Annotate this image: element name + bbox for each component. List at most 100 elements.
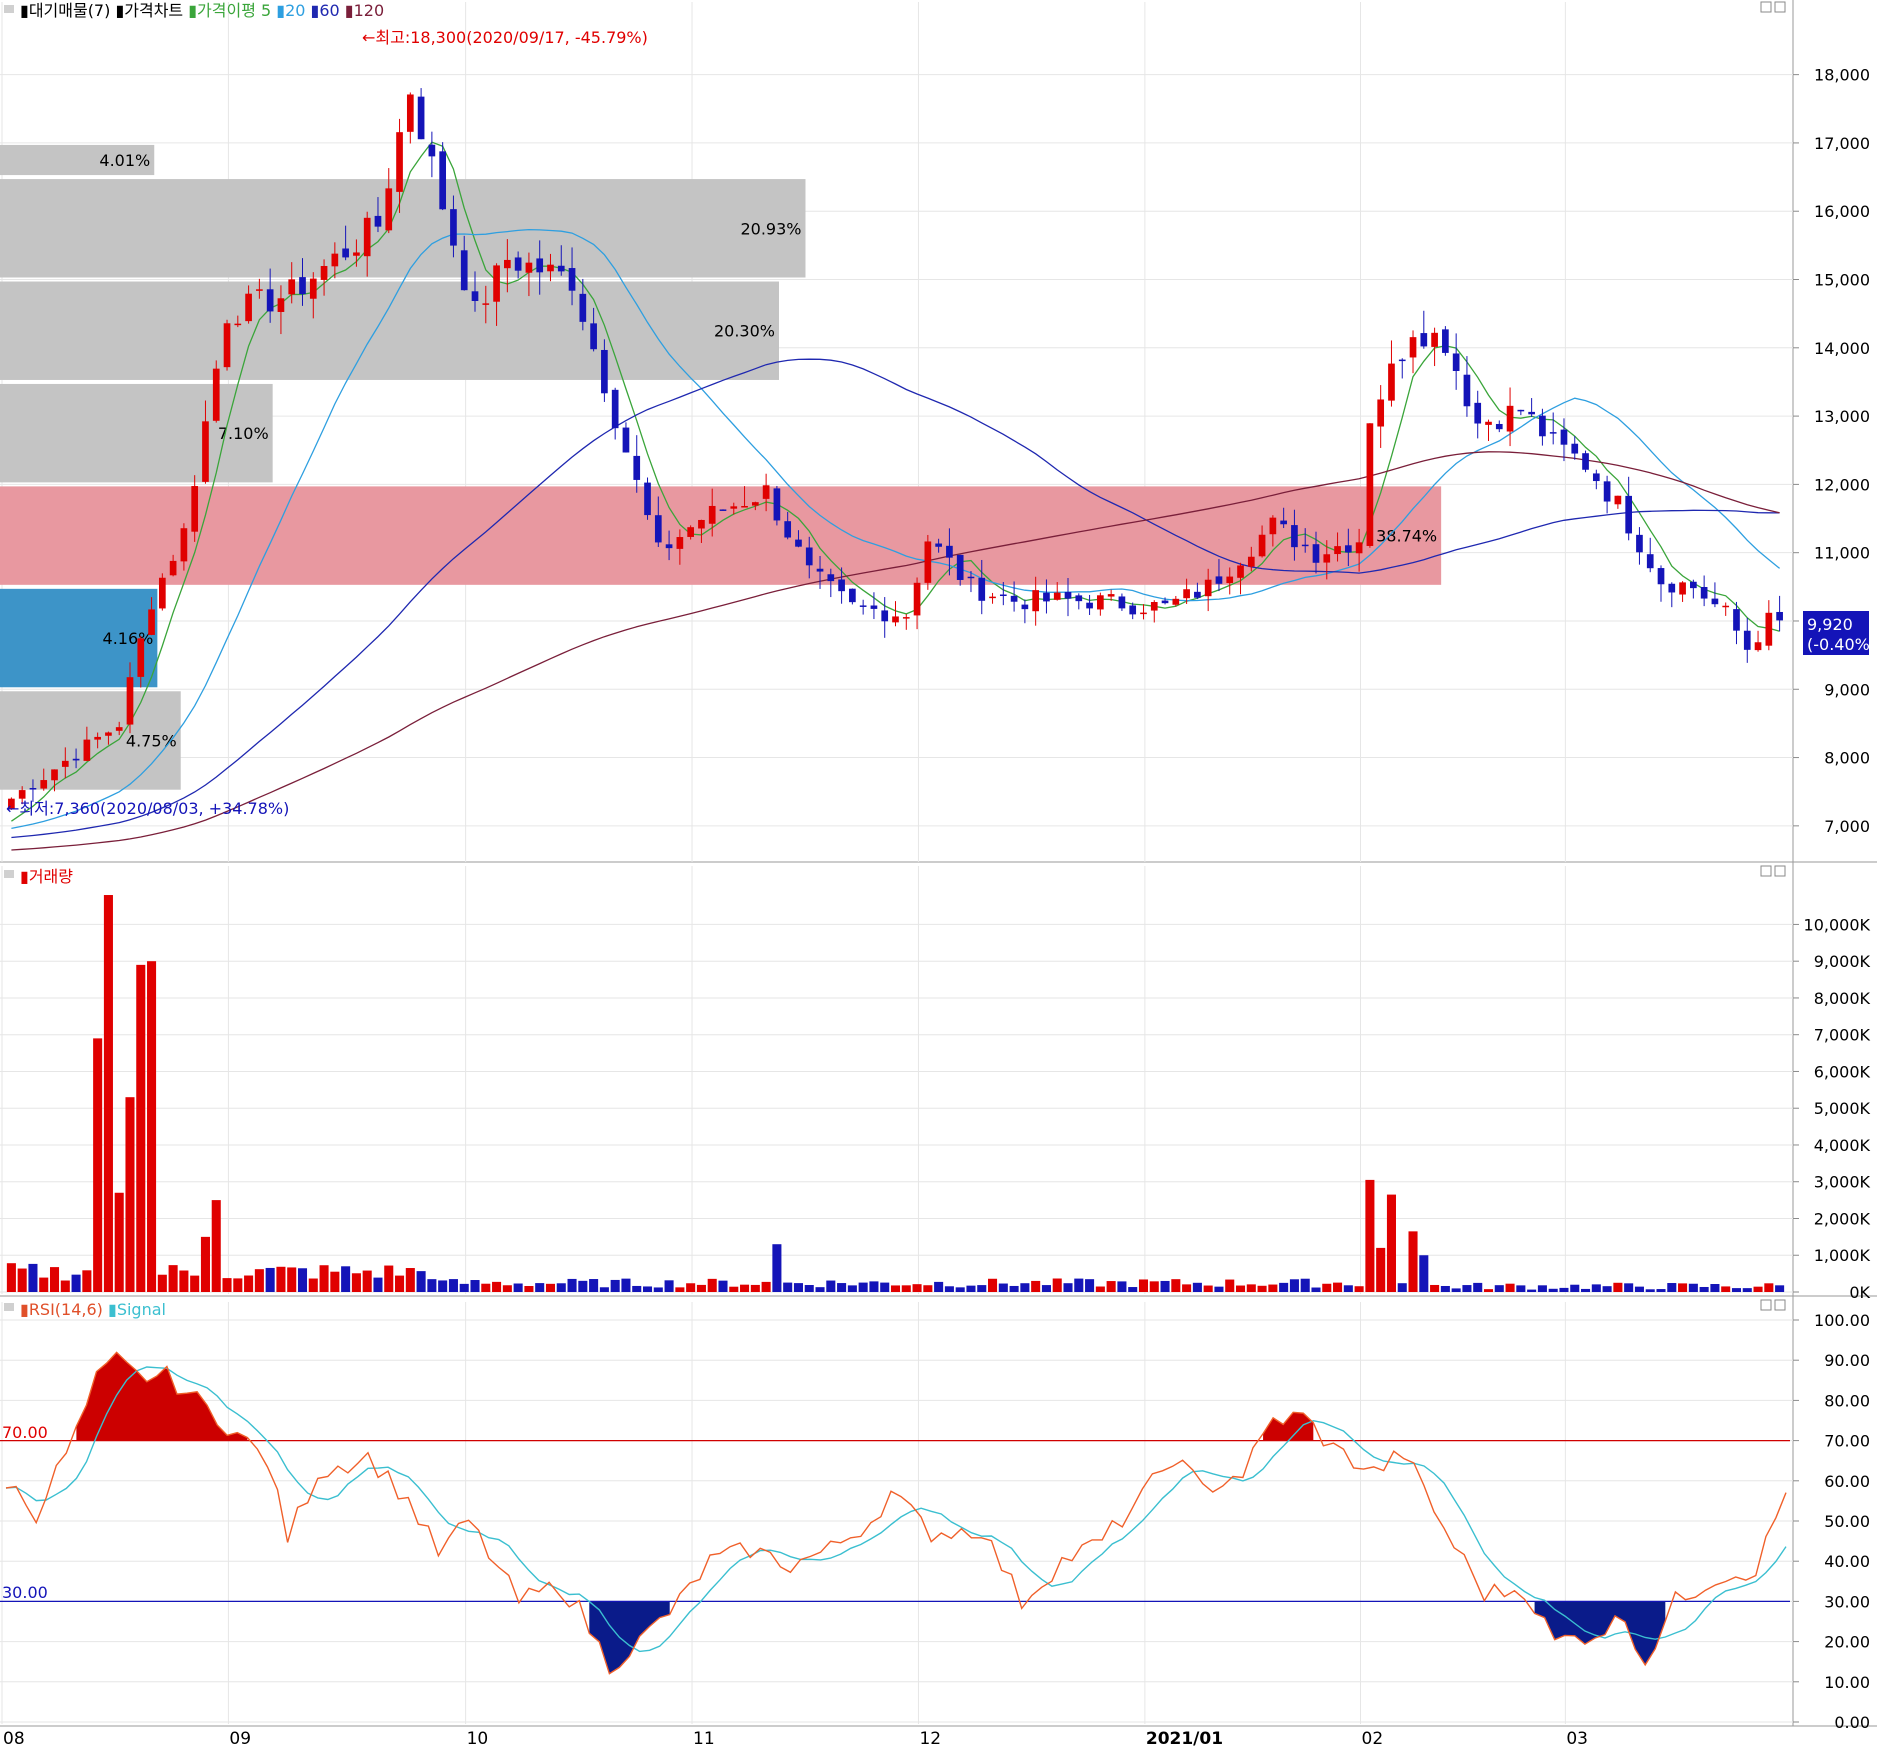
price-y-tick-label: 17,000 (1814, 134, 1870, 153)
volume-y-tick-label: 10,000K (1804, 915, 1871, 934)
rsi-y-tick-label: 60.00 (1824, 1472, 1870, 1491)
volume-bar (1559, 1288, 1568, 1292)
volume-bar (1646, 1289, 1655, 1292)
x-tick-label: 03 (1566, 1729, 1588, 1748)
volume-bar (762, 1282, 771, 1292)
volume-bar (945, 1286, 954, 1292)
volume-bar (190, 1276, 199, 1292)
volume-bar (1441, 1286, 1450, 1292)
volume-bar (1732, 1288, 1741, 1292)
volume-bar (772, 1244, 781, 1292)
volume-bar (1613, 1283, 1622, 1292)
x-tick-label: 2021/01 (1146, 1729, 1223, 1748)
volume-bar (1365, 1180, 1374, 1292)
volume-y-tick-label: 0K (1849, 1283, 1870, 1302)
volume-bar (1667, 1283, 1676, 1292)
volume-bar (1344, 1285, 1353, 1292)
price-y-tick-label: 18,000 (1814, 66, 1870, 85)
volume-bar (902, 1285, 911, 1292)
price-candle (925, 535, 932, 590)
rsi-y-tick-label: 90.00 (1824, 1351, 1870, 1370)
volume-bar (1117, 1281, 1126, 1292)
price-legend-item: 가격차트 (124, 1, 183, 20)
volume-bar (718, 1281, 727, 1292)
volume-bar (546, 1284, 555, 1292)
supply-zone-label: 4.16% (103, 629, 154, 648)
volume-bar (1150, 1281, 1159, 1292)
volume-bar (169, 1265, 178, 1292)
volume-bar (298, 1268, 307, 1292)
volume-bar (1376, 1248, 1385, 1292)
volume-y-tick-label: 9,000K (1814, 952, 1871, 971)
volume-bar (417, 1271, 426, 1292)
volume-bar (1538, 1285, 1547, 1292)
rsi-y-tick-label: 50.00 (1824, 1512, 1870, 1531)
price-y-tick-label: 11,000 (1814, 544, 1870, 563)
volume-bar (611, 1280, 620, 1292)
current-price-change: (-0.40%) (1807, 635, 1876, 654)
price-candle (720, 509, 727, 511)
volume-bar (524, 1286, 533, 1292)
volume-bar (568, 1279, 577, 1292)
price-legend-item: 120 (354, 1, 385, 20)
current-price-tag: 9,920 (-0.40%) (1803, 611, 1876, 655)
volume-bar (61, 1281, 70, 1292)
volume-bar (557, 1283, 566, 1292)
price-candle (224, 320, 231, 371)
price-candle (159, 573, 166, 610)
volume-bar (923, 1285, 932, 1292)
volume-bar (330, 1272, 339, 1292)
volume-bar (438, 1280, 447, 1292)
volume-bar (1204, 1286, 1213, 1292)
volume-bar (212, 1200, 221, 1292)
volume-bar (125, 1097, 134, 1292)
volume-bar (1452, 1288, 1461, 1292)
volume-bar (1161, 1281, 1170, 1292)
volume-bar (320, 1265, 329, 1292)
volume-bar (1128, 1287, 1137, 1292)
volume-bar (988, 1279, 997, 1292)
volume-bar (1171, 1279, 1180, 1292)
volume-bar (470, 1280, 479, 1292)
volume-bar (406, 1268, 415, 1292)
volume-bar (1581, 1289, 1590, 1292)
price-y-tick-label: 13,000 (1814, 407, 1870, 426)
volume-bar (1214, 1287, 1223, 1292)
stock-chart-svg: 4.01%20.93%20.30%7.10%38.74%4.16%4.75% 0… (0, 0, 1877, 1748)
rsi-y-tick-label: 70.00 (1824, 1432, 1870, 1451)
volume-bar (1096, 1287, 1105, 1292)
volume-y-tick-label: 2,000K (1814, 1209, 1871, 1228)
volume-bar (1721, 1286, 1730, 1292)
volume-bar (848, 1285, 857, 1292)
volume-y-tick-label: 7,000K (1814, 1026, 1871, 1045)
volume-bar (115, 1193, 124, 1292)
volume-bar (1355, 1286, 1364, 1292)
volume-bar (255, 1269, 264, 1292)
volume-bar (740, 1285, 749, 1292)
volume-bar (1301, 1279, 1310, 1292)
price-candle (213, 360, 220, 422)
svg-text:▮거래량: ▮거래량 (20, 867, 73, 886)
volume-bar (244, 1276, 253, 1292)
rsi-legend-item: Signal (117, 1300, 166, 1319)
volume-bar (708, 1279, 717, 1292)
volume-bar (1656, 1289, 1665, 1292)
volume-bar (589, 1279, 598, 1292)
volume-bar (632, 1286, 641, 1292)
volume-bar (309, 1279, 318, 1292)
volume-bar (751, 1285, 760, 1292)
rsi-lower-level-label: 30.00 (2, 1583, 48, 1602)
volume-bar (578, 1281, 587, 1292)
volume-bar (729, 1287, 738, 1292)
volume-bar (999, 1284, 1008, 1292)
price-legend: ▮대기매물(7) ▮가격차트 ▮가격이평 5 ▮20 ▮60 ▮120 (4, 1, 384, 20)
volume-bar (837, 1283, 846, 1292)
volume-bar (665, 1280, 674, 1292)
volume-bar (794, 1283, 803, 1292)
volume-bar (266, 1268, 275, 1292)
volume-bar (1053, 1279, 1062, 1292)
rsi-y-tick-label: 20.00 (1824, 1633, 1870, 1652)
volume-bar (1042, 1285, 1051, 1292)
volume-bar (7, 1263, 16, 1292)
rsi-legend-item: RSI(14,6) (29, 1300, 103, 1319)
